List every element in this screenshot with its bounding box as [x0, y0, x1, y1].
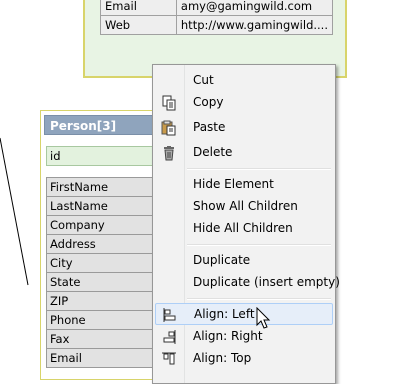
entity-fields: FirstName LastName Company Address City … — [46, 177, 166, 368]
table-row[interactable]: Company — [46, 215, 166, 235]
menu-item-label: Paste — [193, 120, 226, 134]
table-row[interactable]: Email amy@gamingwild.com — [100, 0, 334, 16]
menu-item-label: Delete — [193, 145, 233, 159]
field-name: Email — [46, 348, 166, 368]
copy-icon — [161, 95, 177, 111]
menu-item-label: Hide All Children — [193, 221, 293, 235]
trash-icon — [161, 145, 177, 161]
menu-separator — [187, 244, 331, 246]
menu-item-duplicate[interactable]: Duplicate — [155, 250, 333, 272]
align-left-icon — [162, 307, 178, 323]
entity-top-table: Email amy@gamingwild.com Web http://www.… — [100, 0, 334, 35]
field-name: LastName — [46, 196, 166, 216]
field-value: http://www.gamingwild.... — [175, 15, 334, 35]
field-value: amy@gamingwild.com — [175, 0, 334, 16]
menu-item-show-all-children[interactable]: Show All Children — [155, 196, 333, 218]
align-right-icon — [161, 329, 177, 345]
menu-item-label: Align: Right — [193, 329, 263, 343]
context-menu: Cut Copy Paste Delete Hide Element Show … — [152, 64, 340, 384]
table-row[interactable]: Fax — [46, 329, 166, 349]
entity-title[interactable]: Person[3] — [44, 115, 164, 135]
menu-item-paste[interactable]: Paste — [155, 117, 333, 139]
menu-separator — [187, 298, 331, 300]
menu-item-label: Align: Left — [194, 307, 255, 321]
field-name: Company — [46, 215, 166, 235]
field-key: Web — [100, 15, 177, 35]
menu-item-hide-all-children[interactable]: Hide All Children — [155, 218, 333, 240]
menu-item-label: Duplicate (insert empty) — [193, 275, 340, 289]
mouse-cursor-icon — [256, 307, 271, 329]
table-row[interactable]: Address — [46, 234, 166, 254]
table-row[interactable]: LastName — [46, 196, 166, 216]
menu-item-align-right[interactable]: Align: Right — [155, 326, 333, 348]
field-name: City — [46, 253, 166, 273]
table-row[interactable]: Email — [46, 348, 166, 368]
field-name: Fax — [46, 329, 166, 349]
menu-item-align-top[interactable]: Align: Top — [155, 348, 333, 370]
menu-item-label: Duplicate — [193, 253, 251, 267]
field-name: ZIP — [46, 291, 166, 311]
field-name: Address — [46, 234, 166, 254]
field-key: Email — [100, 0, 177, 16]
primary-key-field[interactable]: id — [46, 146, 166, 166]
table-row[interactable]: City — [46, 253, 166, 273]
paste-icon — [161, 120, 177, 136]
table-row[interactable]: State — [46, 272, 166, 292]
menu-item-label: Align: Top — [193, 351, 252, 365]
menu-separator — [187, 168, 331, 170]
table-row[interactable]: Phone — [46, 310, 166, 330]
menu-item-hide-element[interactable]: Hide Element — [155, 174, 333, 196]
menu-item-align-left[interactable]: Align: Left — [155, 303, 333, 325]
menu-item-copy[interactable]: Copy — [155, 92, 333, 114]
field-name: Phone — [46, 310, 166, 330]
table-row[interactable]: FirstName — [46, 177, 166, 197]
menu-item-delete[interactable]: Delete — [155, 142, 333, 164]
menu-item-label: Hide Element — [193, 177, 274, 191]
table-row[interactable]: Web http://www.gamingwild.... — [100, 15, 334, 35]
menu-item-label: Show All Children — [193, 199, 298, 213]
field-name: State — [46, 272, 166, 292]
table-row[interactable]: ZIP — [46, 291, 166, 311]
menu-item-duplicate-insert-empty[interactable]: Duplicate (insert empty) — [155, 272, 340, 294]
menu-item-label: Copy — [193, 95, 224, 109]
field-name: FirstName — [46, 177, 166, 197]
menu-item-label: Cut — [193, 73, 214, 87]
menu-item-cut[interactable]: Cut — [155, 70, 333, 92]
align-top-icon — [161, 351, 177, 367]
